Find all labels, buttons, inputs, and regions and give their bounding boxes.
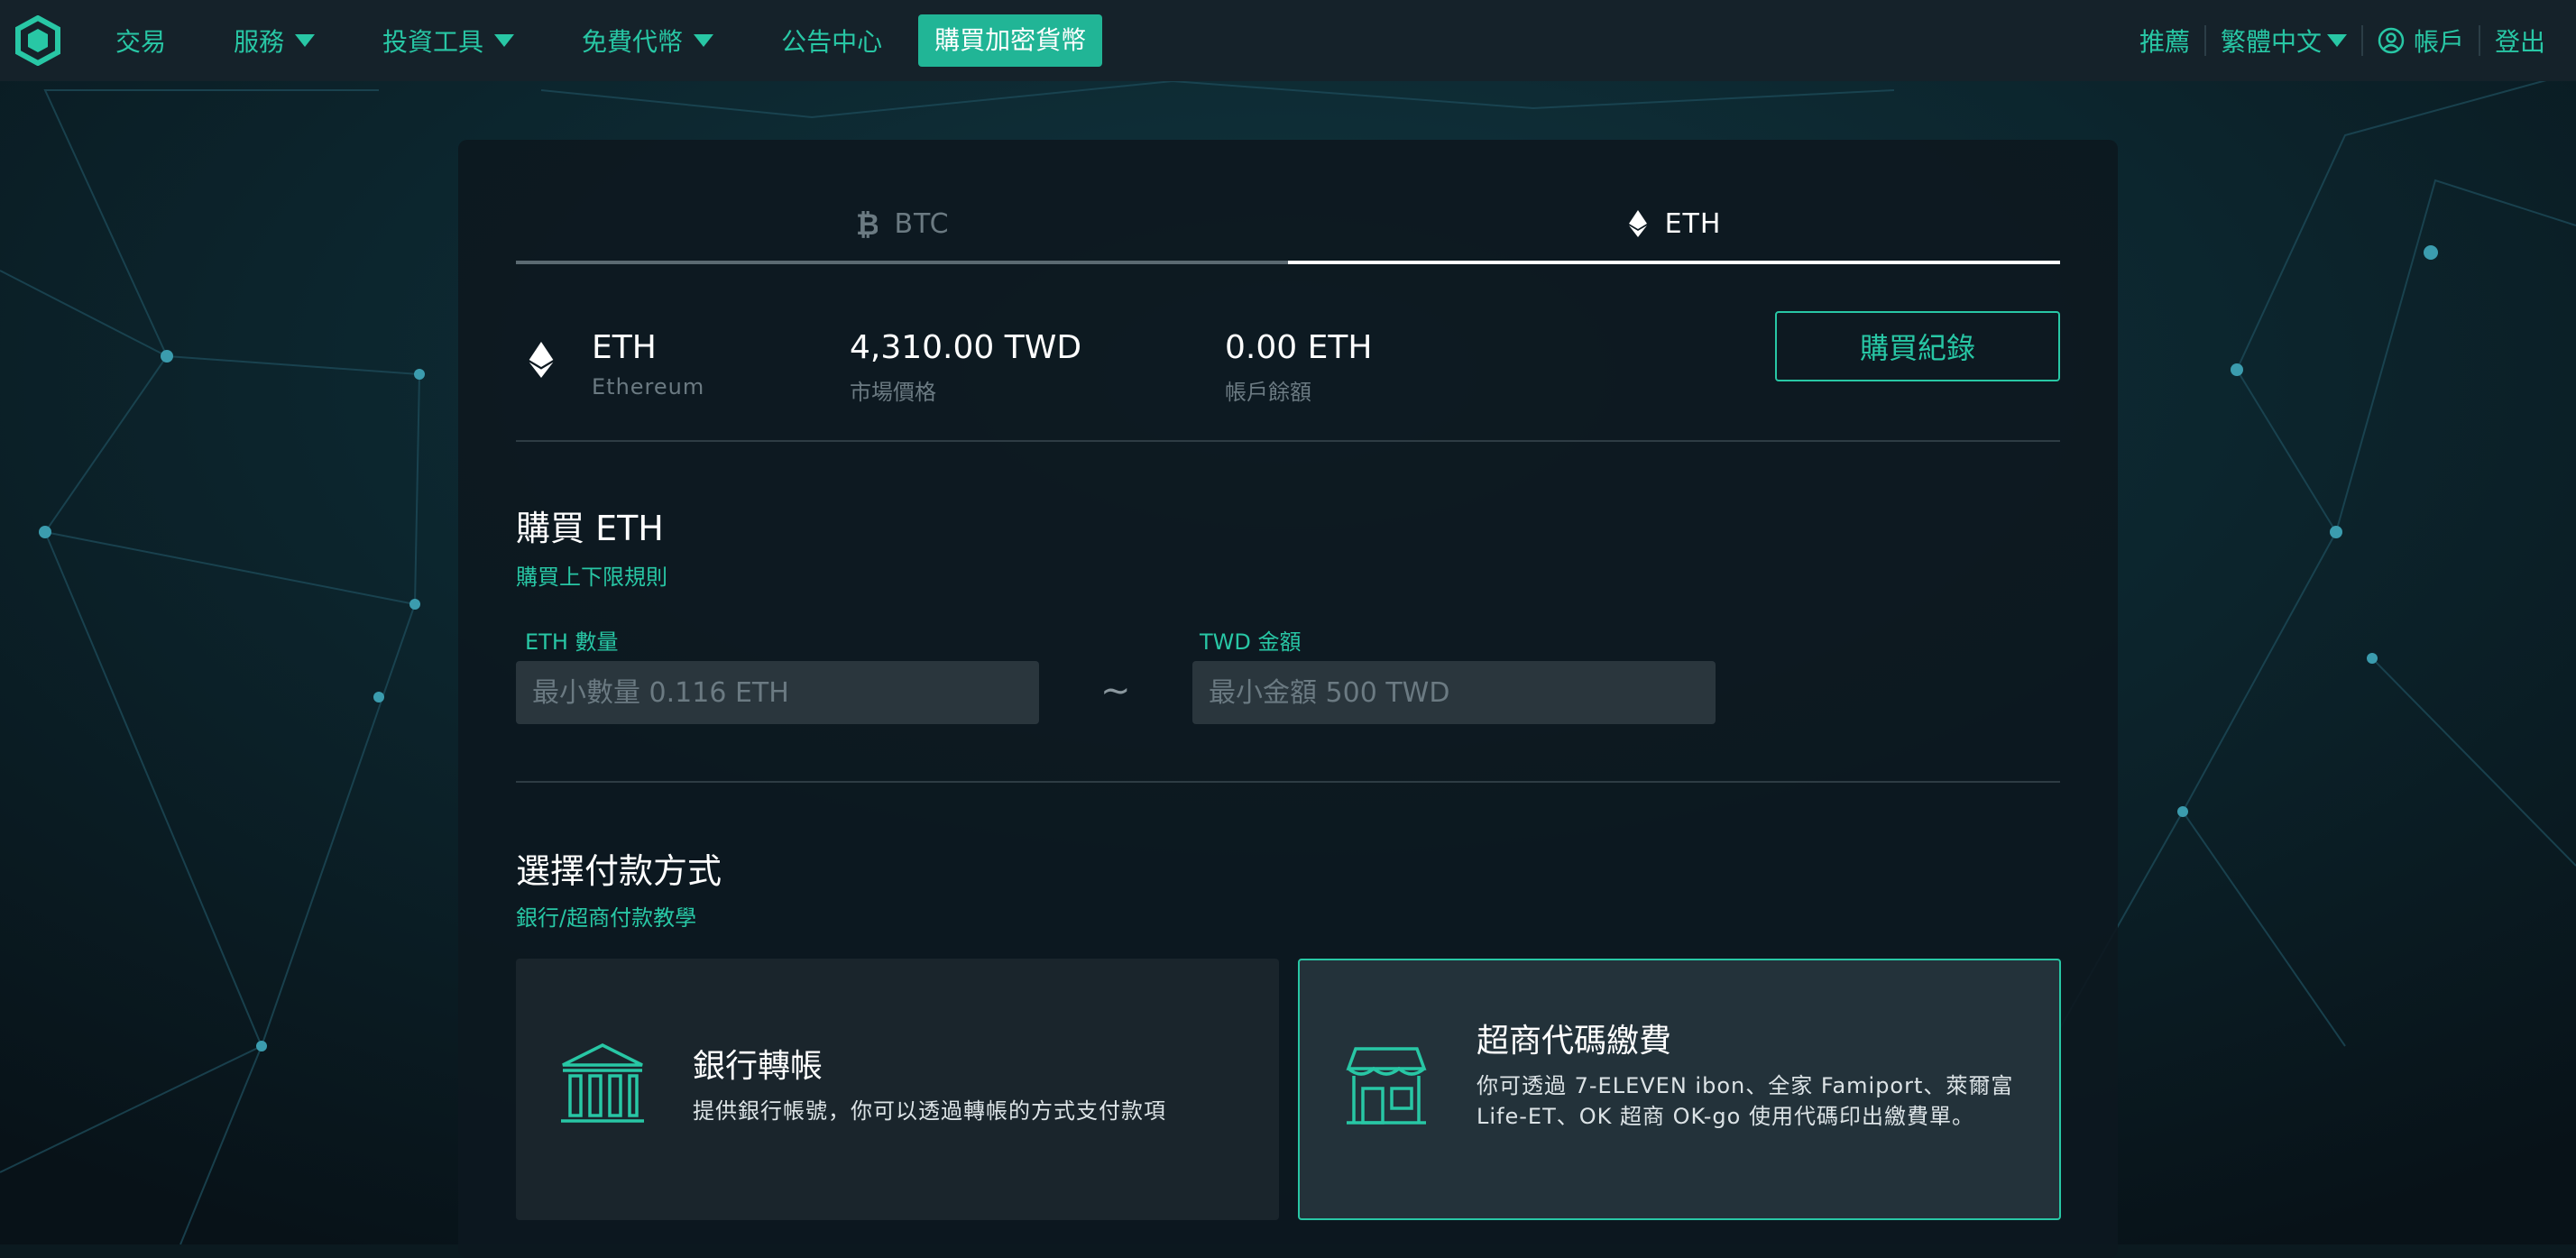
tab-eth[interactable]: ETH — [1288, 187, 2060, 264]
nav-item-label: 公告中心 — [781, 27, 883, 57]
nav-item-label: 免費代幣 — [582, 27, 684, 57]
payment-option-convenience-store[interactable]: 超商代碼繳費 你可透過 7-ELEVEN ibon、全家 Famiport、萊爾… — [1298, 959, 2061, 1220]
language-selector[interactable]: 繁體中文 — [2206, 23, 2361, 59]
chevron-down-icon — [295, 34, 316, 47]
buy-limit-rules-link[interactable]: 購買上下限規則 — [516, 559, 667, 591]
nav-item-label: 投資工具 — [382, 27, 484, 57]
account-balance-label: 帳戶餘額 — [1225, 380, 1311, 405]
nav-menu: 交易 服務 投資工具 免費代幣 公告中心 購買加密貨幣 — [115, 0, 1103, 81]
user-icon — [2378, 27, 2405, 54]
chevron-down-icon — [2326, 34, 2347, 47]
nav-item-label: 交易 — [115, 27, 167, 57]
coin-fullname: Ethereum — [592, 374, 705, 399]
language-label: 繁體中文 — [2220, 27, 2322, 57]
market-price-label: 市場價格 — [850, 380, 936, 405]
payment-option-description: 你可透過 7-ELEVEN ibon、全家 Famiport、萊爾富 Life-… — [1477, 1073, 2014, 1129]
tab-label: BTC — [894, 207, 950, 240]
tab-btc[interactable]: ₿ BTC — [516, 187, 1288, 264]
account-balance-value: 0.00 ETH — [1225, 329, 1373, 366]
buy-crypto-button[interactable]: 購買加密貨幣 — [918, 14, 1103, 67]
nav-item-referral[interactable]: 推薦 — [2125, 23, 2204, 59]
svg-text:₿: ₿ — [856, 209, 878, 238]
twd-amount-label: TWD 金額 — [1200, 629, 1302, 655]
store-icon — [1346, 1047, 1427, 1125]
account-label: 帳戶 — [2413, 27, 2464, 57]
payment-option-title: 超商代碼繳費 — [1477, 1023, 1672, 1060]
ethereum-icon — [1628, 210, 1647, 237]
tab-label: ETH — [1664, 207, 1722, 240]
twd-amount-input[interactable] — [1192, 661, 1716, 724]
range-separator: ~ — [1100, 670, 1131, 712]
nav-item-trade[interactable]: 交易 — [115, 23, 166, 59]
logout-link[interactable]: 登出 — [2480, 23, 2560, 59]
eth-quantity-label: ETH 數量 — [525, 629, 619, 655]
buy-section-title: 購買 ETH — [516, 509, 664, 548]
market-price-value: 4,310.00 TWD — [850, 329, 1082, 366]
purchase-history-button[interactable]: 購買紀錄 — [1775, 311, 2060, 381]
payment-option-description: 提供銀行帳號，你可以透過轉帳的方式支付款項 — [693, 1098, 1166, 1124]
coin-tabs: ₿ BTC ETH — [516, 187, 2060, 264]
nav-item-announcements[interactable]: 公告中心 — [781, 23, 882, 59]
top-navbar: 交易 服務 投資工具 免費代幣 公告中心 購買加密貨幣 推薦 繁體中文 帳戶 登… — [0, 0, 2576, 81]
ethereum-icon — [529, 342, 554, 378]
eth-quantity-input[interactable] — [516, 661, 1039, 724]
nav-right-menu: 推薦 繁體中文 帳戶 登出 — [2125, 0, 2560, 81]
nav-item-investment-tools[interactable]: 投資工具 — [382, 23, 515, 59]
chevron-down-icon — [494, 34, 515, 47]
coin-symbol: ETH — [592, 329, 657, 366]
payment-option-bank-transfer[interactable]: 銀行轉帳 提供銀行帳號，你可以透過轉帳的方式支付款項 — [516, 959, 1279, 1220]
buy-crypto-panel: ₿ BTC ETH ETH Ethereum 4,310.00 TWD 市場價格… — [458, 140, 2118, 1258]
nav-item-account[interactable]: 帳戶 — [2363, 23, 2479, 59]
bank-icon — [561, 1043, 644, 1123]
bitcoin-icon: ₿ — [856, 209, 878, 238]
nav-item-label: 服務 — [234, 27, 285, 57]
nav-item-free-tokens[interactable]: 免費代幣 — [582, 23, 714, 59]
payment-option-title: 銀行轉帳 — [693, 1048, 823, 1085]
chevron-down-icon — [694, 34, 714, 47]
divider — [516, 440, 2060, 442]
divider — [516, 781, 2060, 783]
payment-section-title: 選擇付款方式 — [516, 851, 722, 891]
logo-icon[interactable] — [13, 15, 63, 66]
payment-tutorial-link[interactable]: 銀行/超商付款教學 — [516, 900, 696, 932]
nav-item-services[interactable]: 服務 — [234, 23, 316, 59]
coin-info-row: ETH Ethereum 4,310.00 TWD 市場價格 0.00 ETH … — [516, 311, 2060, 419]
